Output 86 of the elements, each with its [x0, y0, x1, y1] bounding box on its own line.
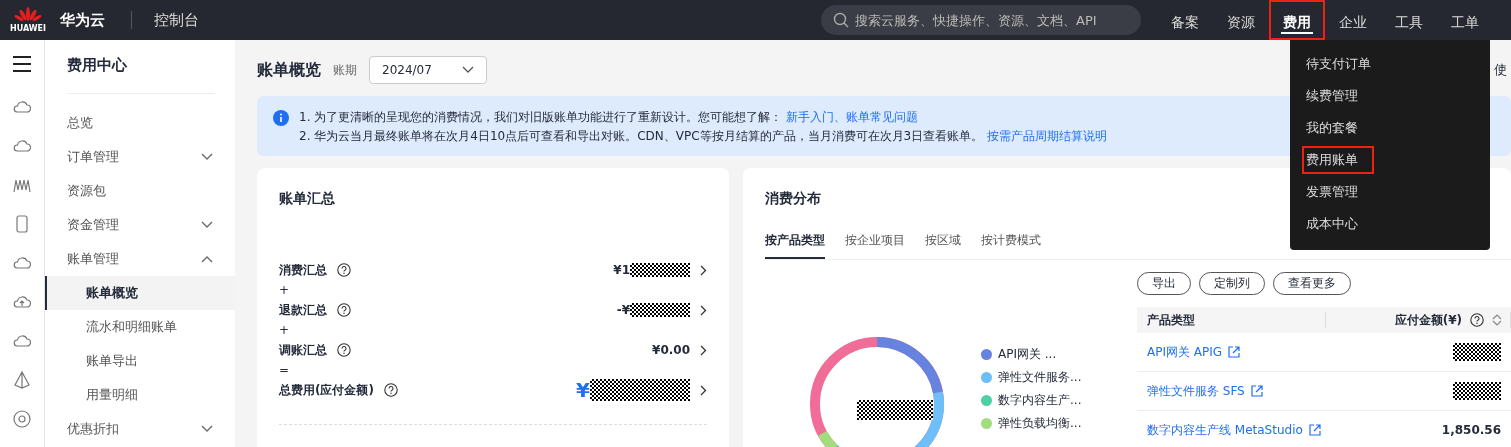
summary-amount: ¥0.00 [652, 343, 690, 357]
sidebar-item[interactable]: 账单管理 [45, 242, 235, 276]
huawei-logo[interactable]: HUAWEI [6, 7, 50, 33]
card-title: 账单汇总 [279, 190, 335, 208]
nav-item[interactable]: 资源 [1213, 0, 1269, 40]
product-link[interactable]: API网关 APIG [1147, 343, 1223, 361]
chevron-right-icon[interactable] [700, 264, 707, 276]
menu-item[interactable]: 我的套餐 [1290, 112, 1490, 144]
operator-sign: = [279, 362, 291, 379]
menu-item[interactable]: 续费管理 [1290, 80, 1490, 112]
help-icon[interactable] [383, 383, 398, 397]
card-title: 消费分布 [765, 190, 821, 208]
summary-amount: ¥ [576, 378, 590, 402]
page-title: 账单概览 [257, 59, 321, 81]
nav-item[interactable]: 费用 [1269, 0, 1325, 40]
period-label: 账期 [333, 61, 357, 79]
sidebar-title: 费用中心 [67, 56, 215, 94]
info-icon [273, 110, 289, 126]
summary-label: 退款汇总 [279, 301, 327, 319]
summary-label: 总费用(应付金额) [279, 381, 374, 399]
menu-item[interactable]: 待支付订单 [1290, 48, 1490, 80]
legend-label: 弹性负载均衡... [998, 415, 1082, 432]
external-link-icon[interactable] [1250, 385, 1263, 397]
notice-link[interactable]: 新手入门、账单常见问题 [786, 110, 919, 124]
help-icon[interactable] [337, 263, 351, 277]
sort-icon[interactable] [1492, 313, 1502, 327]
period-select[interactable]: 2024/07 [369, 56, 487, 84]
nav-item[interactable]: 企业 [1325, 0, 1381, 40]
tab[interactable]: 按产品类型 [765, 232, 825, 259]
tab[interactable]: 按企业项目 [845, 232, 905, 259]
menu-item[interactable]: 发票管理 [1290, 176, 1490, 208]
menu-item[interactable]: 费用账单 [1300, 144, 1376, 176]
operator-sign: + [279, 282, 291, 299]
nav-item[interactable]: 备案 [1157, 0, 1213, 40]
site-title[interactable]: 华为云 [60, 10, 105, 30]
header-text: 使 [1494, 61, 1507, 79]
redacted-block [1453, 343, 1501, 361]
help-icon[interactable] [1470, 313, 1484, 327]
sidebar-item[interactable]: 总览 [45, 106, 235, 140]
sidebar-subitem[interactable]: 用量明细 [45, 378, 235, 412]
notice-text: 1. 为了更清晰的呈现您的消费情况，我们对旧版账单功能进行了重新设计。您可能想了解： [299, 110, 783, 124]
help-icon[interactable] [337, 343, 351, 357]
sidebar-subitem[interactable]: 流水和明细账单 [45, 310, 235, 344]
chevron-down-icon [462, 66, 474, 74]
console-link[interactable]: 控制台 [154, 10, 199, 30]
sidebar-item[interactable]: 优惠折扣 [45, 412, 235, 446]
menu-icon[interactable] [13, 56, 31, 72]
search-field[interactable]: 搜索云服务、快捷操作、资源、文档、API [821, 5, 1141, 35]
action-button[interactable]: 查看更多 [1273, 272, 1351, 295]
redacted-block [1453, 382, 1501, 400]
nav-item[interactable]: 工单 [1437, 0, 1493, 40]
redacted-block [630, 303, 690, 317]
legend-label: 数字内容生产... [998, 392, 1082, 409]
chevron-right-icon[interactable] [700, 344, 707, 356]
product-link[interactable]: 弹性文件服务 SFS [1147, 382, 1245, 400]
tab[interactable]: 按计费模式 [981, 232, 1041, 259]
pyramid-icon[interactable] [12, 370, 32, 390]
external-link-icon[interactable] [1308, 424, 1321, 436]
summary-label: 调账汇总 [279, 341, 327, 359]
summary-amount: ¥1 [613, 263, 630, 277]
redacted-block [630, 263, 690, 277]
action-button[interactable]: 定制列 [1199, 272, 1265, 295]
legend-label: API网关 ... [998, 346, 1057, 363]
operator-sign: + [279, 322, 291, 339]
product-link[interactable]: 数字内容生产线 MetaStudio [1147, 421, 1303, 439]
notice-text: 2. 华为云当月最终账单将在次月4日10点后可查看和导出对账。CDN、VPC等按月结算的产品，当月消费可在次月3日查看账单。 [299, 129, 984, 143]
sidebar-subitem[interactable]: 账单概览 [45, 276, 235, 310]
legend-label: 弹性文件服务... [998, 369, 1082, 386]
chevron-right-icon[interactable] [700, 384, 707, 396]
column-header: 应付金额(¥) [1394, 311, 1462, 329]
sidebar-item[interactable]: 资源包 [45, 174, 235, 208]
sidebar-item[interactable]: 订单管理 [45, 140, 235, 174]
help-icon[interactable] [337, 303, 351, 317]
sidebar-item[interactable]: 资金管理 [45, 208, 235, 242]
sidebar-subitem[interactable]: 账单导出 [45, 344, 235, 378]
nav-item[interactable]: 工具 [1381, 0, 1437, 40]
column-header: 产品类型 [1147, 311, 1196, 329]
external-link-icon[interactable] [1228, 346, 1241, 358]
notice-link[interactable]: 按需产品周期结算说明 [987, 129, 1108, 143]
amount-cell: 1,850.56 [1441, 423, 1501, 437]
chevron-right-icon[interactable] [700, 304, 707, 316]
menu-item[interactable]: 成本中心 [1290, 208, 1490, 240]
summary-amount: -¥ [616, 303, 630, 317]
tab[interactable]: 按区域 [925, 232, 961, 259]
action-button[interactable]: 导出 [1137, 272, 1191, 295]
summary-label: 消费汇总 [279, 261, 327, 279]
